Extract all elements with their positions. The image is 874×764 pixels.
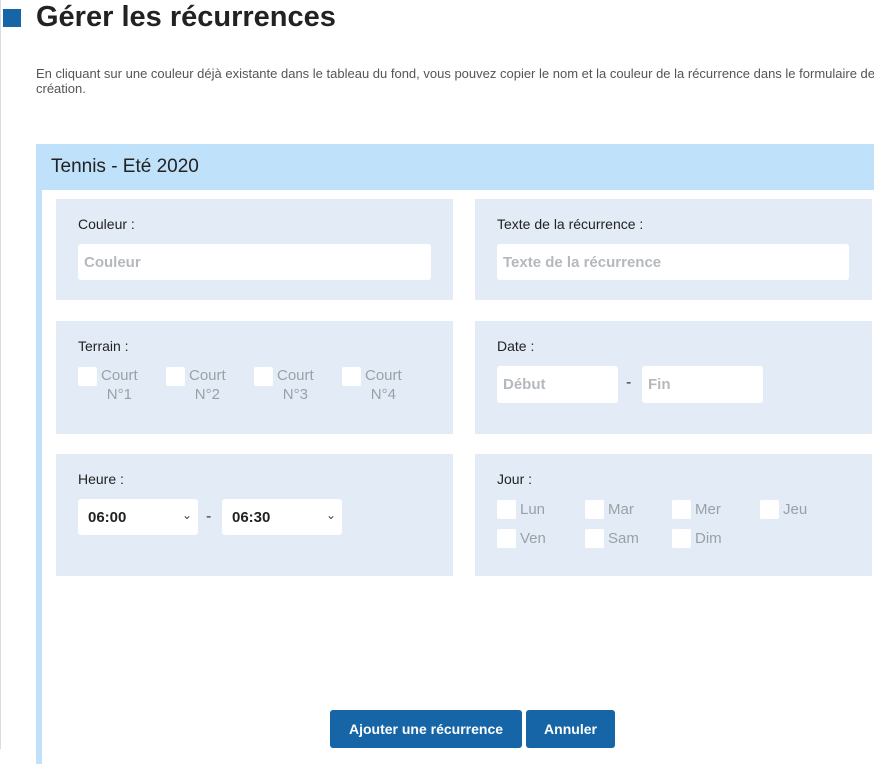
day-mer-label: Mer xyxy=(695,501,721,518)
day-ven-label: Ven xyxy=(520,530,546,547)
cancel-button[interactable]: Annuler xyxy=(526,710,615,748)
day-dim-box[interactable] xyxy=(672,529,691,548)
heure-label: Heure : xyxy=(78,471,124,487)
intro-text: En cliquant sur une couleur déjà existan… xyxy=(36,66,874,96)
jour-card: Jour : Lun Mar Mer Jeu Ven Sam Dim xyxy=(475,454,872,576)
title-accent-mark xyxy=(3,9,21,27)
court-2-line1: Court xyxy=(189,367,226,384)
date-card: Date : - xyxy=(475,321,872,434)
couleur-label: Couleur : xyxy=(78,216,135,232)
date-end-input[interactable] xyxy=(642,366,763,403)
jour-label: Jour : xyxy=(497,471,533,487)
court-1-box[interactable] xyxy=(78,367,97,386)
court-4-line2: N°4 xyxy=(370,386,396,403)
date-separator: - xyxy=(626,374,632,391)
court-4-text: Court N°4 xyxy=(365,366,402,404)
day-mar-box[interactable] xyxy=(585,500,604,519)
day-sam-label: Sam xyxy=(608,530,639,547)
day-lun-label: Lun xyxy=(520,501,546,518)
page-left-border xyxy=(0,0,1,749)
court-3-line1: Court xyxy=(277,367,314,384)
couleur-card: Couleur : xyxy=(56,199,453,300)
day-dim-label: Dim xyxy=(695,530,722,547)
day-mer-box[interactable] xyxy=(672,500,691,519)
terrain-label: Terrain : xyxy=(78,338,129,354)
court-2-line2: N°2 xyxy=(194,386,220,403)
recurrence-panel: Tennis - Eté 2020 Couleur : Texte de la … xyxy=(36,144,874,764)
texte-input[interactable] xyxy=(497,244,849,280)
day-jeu-box[interactable] xyxy=(760,500,779,519)
heure-separator: - xyxy=(206,508,212,525)
chevron-down-icon: ⌄ xyxy=(325,508,336,522)
date-start-input[interactable] xyxy=(497,366,618,403)
court-2-text: Court N°2 xyxy=(189,366,226,404)
court-2-box[interactable] xyxy=(166,367,185,386)
day-mar-label: Mar xyxy=(608,501,634,518)
day-jeu-label: Jeu xyxy=(783,501,808,518)
couleur-input[interactable] xyxy=(78,244,431,280)
court-1-text: Court N°1 xyxy=(101,366,138,404)
day-sam-box[interactable] xyxy=(585,529,604,548)
court-3-line2: N°3 xyxy=(282,386,308,403)
day-lun-box[interactable] xyxy=(497,500,516,519)
heure-card: Heure : 06:00 ⌄ - 06:30 ⌄ xyxy=(56,454,453,576)
court-1-line2: N°1 xyxy=(106,386,132,403)
court-4-line1: Court xyxy=(365,367,402,384)
heure-end-select[interactable]: 06:30 ⌄ xyxy=(222,499,342,535)
texte-card: Texte de la récurrence : xyxy=(475,199,872,300)
court-4-box[interactable] xyxy=(342,367,361,386)
court-3-text: Court N°3 xyxy=(277,366,314,404)
court-1-line1: Court xyxy=(101,367,138,384)
heure-end-value: 06:30 xyxy=(232,509,271,526)
day-ven-box[interactable] xyxy=(497,529,516,548)
panel-body: Couleur : Texte de la récurrence : Terra… xyxy=(42,190,874,764)
heure-start-value: 06:00 xyxy=(88,509,127,526)
terrain-card: Terrain : Court N°1 Court N°2 Court N°3 … xyxy=(56,321,453,434)
page-title: Gérer les récurrences xyxy=(36,1,336,33)
chevron-down-icon: ⌄ xyxy=(181,508,192,522)
add-recurrence-button[interactable]: Ajouter une récurrence xyxy=(330,710,522,748)
date-label: Date : xyxy=(497,338,535,354)
heure-start-select[interactable]: 06:00 ⌄ xyxy=(78,499,198,535)
panel-title: Tennis - Eté 2020 xyxy=(51,156,199,177)
court-3-box[interactable] xyxy=(254,367,273,386)
texte-label: Texte de la récurrence : xyxy=(497,216,644,232)
